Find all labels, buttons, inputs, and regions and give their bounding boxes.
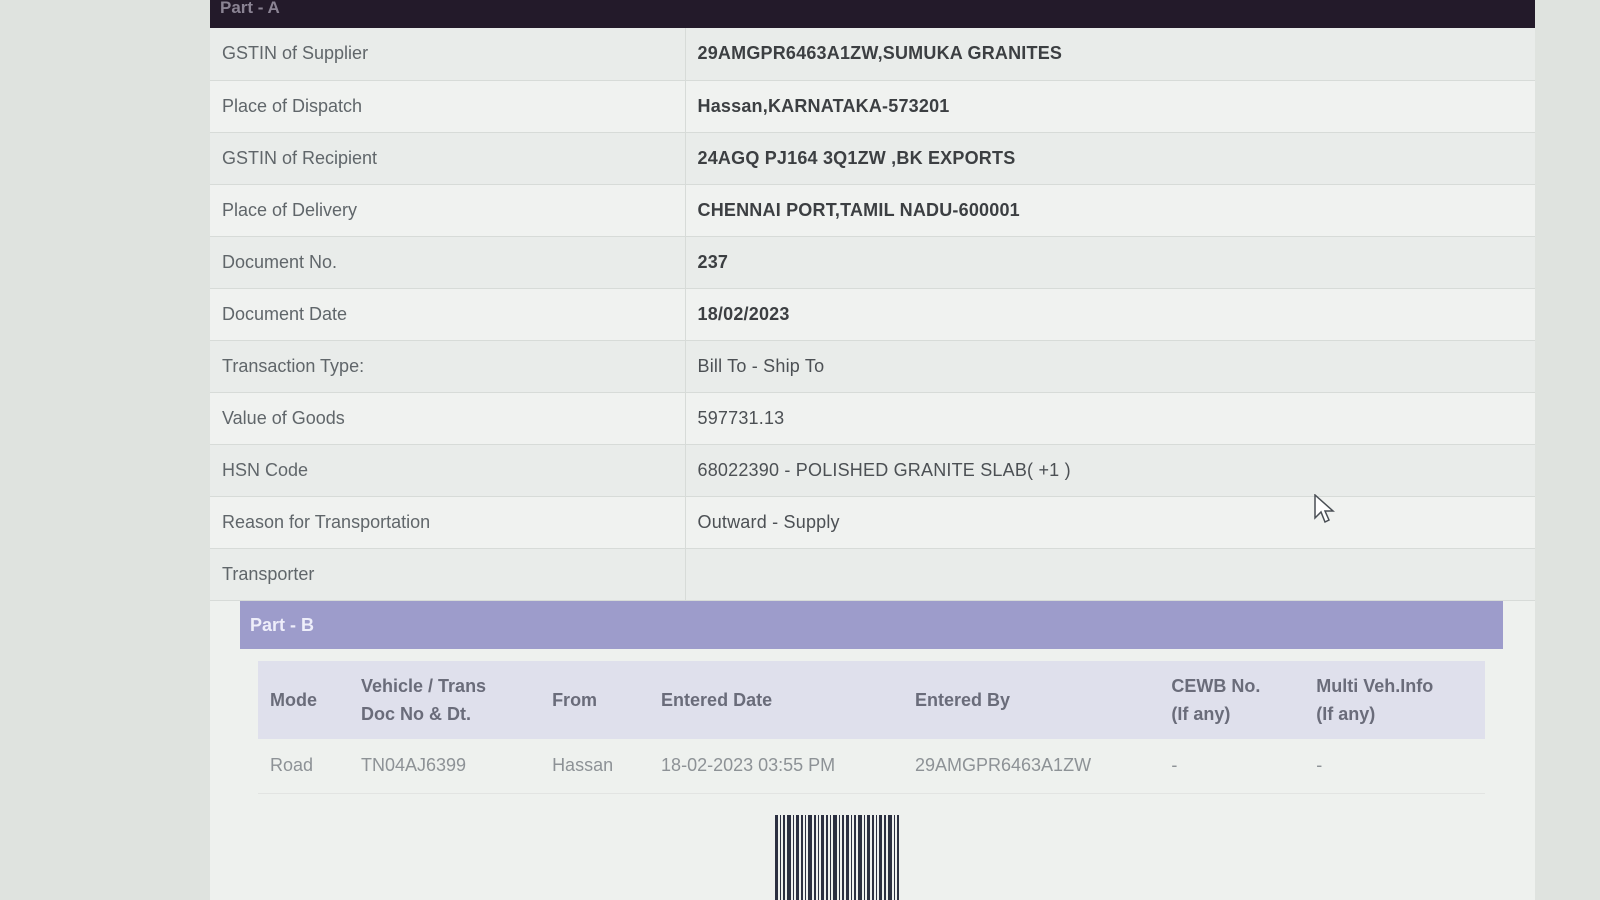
col-mode: Mode — [258, 660, 349, 739]
col-entered-date-label: Entered Date — [661, 689, 773, 710]
mouse-pointer-icon — [1314, 494, 1335, 524]
table-row: Place of Dispatch Hassan,KARNATAKA-57320… — [210, 80, 1535, 133]
col-vehicle-label-line2: Doc No & Dt. — [361, 703, 471, 724]
value-of-goods-value: 597731.13 — [685, 392, 1535, 445]
transporter-value — [685, 548, 1535, 601]
part-a-table: GSTIN of Supplier 29AMGPR6463A1ZW,SUMUKA… — [210, 28, 1535, 601]
document-no-label: Document No. — [210, 236, 686, 289]
col-mode-label: Mode — [270, 689, 317, 710]
gstin-recipient-value: 24AGQ PJ164 3Q1ZW ,BK EXPORTS — [685, 132, 1535, 185]
table-row: Value of Goods 597731.13 — [210, 392, 1535, 445]
cell-vehicle: TN04AJ6399 — [349, 738, 541, 794]
col-cewb-label-line2: (If any) — [1171, 703, 1231, 724]
col-cewb: CEWB No. (If any) — [1159, 660, 1305, 739]
value-of-goods-label: Value of Goods — [210, 392, 686, 445]
col-multi-veh-label-line1: Multi Veh.Info — [1316, 675, 1434, 696]
cell-entered-by: 29AMGPR6463A1ZW — [902, 738, 1160, 794]
col-entered-by: Entered By — [902, 660, 1160, 739]
part-a-title: Part - A — [220, 0, 280, 17]
place-of-delivery-label: Place of Delivery — [210, 184, 686, 237]
place-of-dispatch-value: Hassan,KARNATAKA-573201 — [685, 80, 1535, 133]
cell-multi-veh: - — [1304, 738, 1485, 794]
part-b-header-row: Mode Vehicle / Trans Doc No & Dt. From E… — [258, 660, 1485, 739]
col-entered-by-label: Entered By — [914, 689, 1011, 710]
col-multi-veh: Multi Veh.Info (If any) — [1304, 660, 1485, 739]
table-row: Reason for Transportation Outward - Supp… — [210, 496, 1535, 549]
part-a-header: Part - A — [210, 0, 1535, 28]
col-multi-veh-label-line2: (If any) — [1316, 703, 1376, 724]
eway-bill-page: Part - A GSTIN of Supplier 29AMGPR6463A1… — [210, 0, 1535, 900]
gstin-supplier-label: GSTIN of Supplier — [210, 28, 686, 81]
gstin-recipient-label: GSTIN of Recipient — [210, 132, 686, 185]
table-row: Transporter — [210, 548, 1535, 601]
part-b-table-wrap: Mode Vehicle / Trans Doc No & Dt. From E… — [258, 660, 1485, 794]
hsn-code-label: HSN Code — [210, 444, 686, 497]
part-b-table: Mode Vehicle / Trans Doc No & Dt. From E… — [258, 660, 1485, 794]
transporter-label: Transporter — [210, 548, 686, 601]
part-b-header: Part - B — [240, 600, 1503, 649]
col-cewb-label-line1: CEWB No. — [1171, 675, 1261, 696]
col-vehicle-label-line1: Vehicle / Trans — [361, 675, 487, 696]
reason-for-transportation-value: Outward - Supply — [685, 496, 1535, 549]
document-date-value: 18/02/2023 — [685, 288, 1535, 341]
cell-entered-date: 18-02-2023 03:55 PM — [649, 738, 903, 794]
col-entered-date: Entered Date — [649, 660, 903, 739]
table-row: Document Date 18/02/2023 — [210, 288, 1535, 341]
transaction-type-value: Bill To - Ship To — [685, 340, 1535, 393]
reason-for-transportation-label: Reason for Transportation — [210, 496, 686, 549]
table-row: Road TN04AJ6399 Hassan 18-02-2023 03:55 … — [258, 738, 1485, 794]
document-no-value: 237 — [685, 236, 1535, 289]
hsn-code-value: 68022390 - POLISHED GRANITE SLAB( +1 ) — [685, 444, 1535, 497]
table-row: GSTIN of Supplier 29AMGPR6463A1ZW,SUMUKA… — [210, 28, 1535, 81]
table-row: Place of Delivery CHENNAI PORT,TAMIL NAD… — [210, 184, 1535, 237]
table-row: GSTIN of Recipient 24AGQ PJ164 3Q1ZW ,BK… — [210, 132, 1535, 185]
table-row: HSN Code 68022390 - POLISHED GRANITE SLA… — [210, 444, 1535, 497]
table-row: Document No. 237 — [210, 236, 1535, 289]
cell-mode: Road — [258, 738, 349, 794]
place-of-delivery-value: CHENNAI PORT,TAMIL NADU-600001 — [685, 184, 1535, 237]
place-of-dispatch-label: Place of Dispatch — [210, 80, 686, 133]
gstin-supplier-value: 29AMGPR6463A1ZW,SUMUKA GRANITES — [685, 28, 1535, 81]
cell-from: Hassan — [540, 738, 650, 794]
cell-cewb: - — [1159, 738, 1305, 794]
part-b-title: Part - B — [250, 614, 315, 635]
document-date-label: Document Date — [210, 288, 686, 341]
table-row: Transaction Type: Bill To - Ship To — [210, 340, 1535, 393]
col-vehicle: Vehicle / Trans Doc No & Dt. — [349, 660, 541, 739]
transaction-type-label: Transaction Type: — [210, 340, 686, 393]
col-from-label: From — [552, 689, 598, 710]
barcode-icon — [775, 815, 945, 900]
col-from: From — [540, 660, 650, 739]
